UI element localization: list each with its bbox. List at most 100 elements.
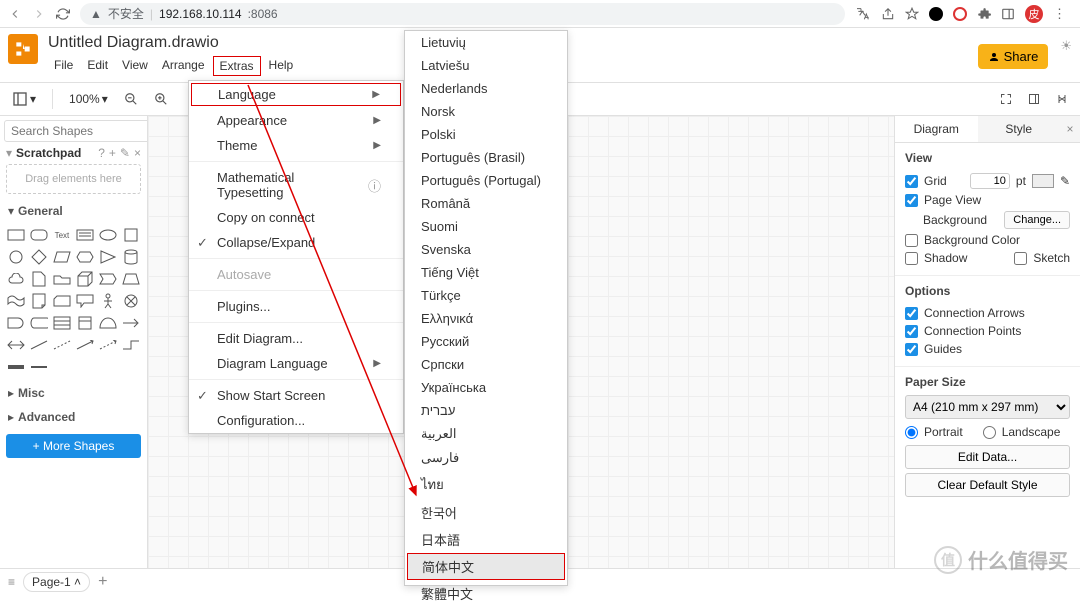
menu-show-start[interactable]: ✓Show Start Screen	[189, 383, 403, 408]
shape-list2[interactable]	[75, 314, 94, 332]
grid-checkbox[interactable]	[905, 175, 918, 188]
edit-data-button[interactable]: Edit Data...	[905, 445, 1070, 469]
scratchpad-close-icon[interactable]: ×	[134, 146, 141, 160]
shape-card[interactable]	[52, 292, 71, 310]
shadow-checkbox[interactable]	[905, 252, 918, 265]
shape-conn2[interactable]	[99, 336, 118, 354]
shape-line-dash[interactable]	[52, 336, 71, 354]
zoom-in-icon[interactable]	[150, 90, 172, 108]
lang-Ελληνικά[interactable]: Ελληνικά	[405, 307, 567, 330]
collapse-scratchpad[interactable]: ▾	[6, 146, 12, 160]
guides-checkbox[interactable]	[905, 343, 918, 356]
shape-textbox[interactable]	[75, 226, 94, 244]
format-icon[interactable]	[1024, 91, 1044, 107]
lang-繁體中文[interactable]: 繁體中文	[405, 580, 567, 607]
sidebar-toggle[interactable]: ▾	[8, 89, 40, 109]
lang-Türkçe[interactable]: Türkçe	[405, 284, 567, 307]
menu-edit-diagram[interactable]: Edit Diagram...	[189, 326, 403, 351]
shape-and[interactable]	[6, 314, 25, 332]
tab-diagram[interactable]: Diagram	[895, 116, 978, 142]
reload-icon[interactable]	[56, 7, 70, 21]
connarr-checkbox[interactable]	[905, 307, 918, 320]
shape-arrow-r[interactable]	[122, 314, 141, 332]
pageview-checkbox[interactable]	[905, 194, 918, 207]
tab-style[interactable]: Style	[978, 116, 1061, 142]
lang-فارسی[interactable]: فارسی	[405, 446, 567, 470]
pages-menu-icon[interactable]: ≡	[8, 575, 15, 589]
shape-thick2[interactable]	[29, 358, 48, 376]
add-page-icon[interactable]: +	[98, 573, 107, 591]
lang-Українська[interactable]: Українська	[405, 376, 567, 399]
scratchpad-add-icon[interactable]: +	[109, 146, 116, 160]
menu-appearance[interactable]: Appearance▶	[189, 108, 403, 133]
menu-diagram-lang[interactable]: Diagram Language▶	[189, 351, 403, 376]
theme-icon[interactable]: ☀	[1060, 38, 1072, 54]
kebab-icon[interactable]: ⋮	[1053, 6, 1066, 22]
search-input[interactable]	[4, 120, 148, 142]
shape-doc[interactable]	[29, 270, 48, 288]
ext-icon-1[interactable]	[929, 7, 943, 21]
menu-edit[interactable]: Edit	[81, 56, 114, 76]
shape-step[interactable]	[99, 270, 118, 288]
shape-text[interactable]: Text	[52, 226, 71, 244]
shape-conn3[interactable]	[122, 336, 141, 354]
collapse-general[interactable]: ▾	[8, 204, 14, 218]
shape-cloud[interactable]	[6, 270, 25, 288]
shape-cylinder[interactable]	[122, 248, 141, 266]
menu-copy-connect[interactable]: Copy on connect	[189, 205, 403, 230]
back-icon[interactable]	[8, 7, 22, 21]
lang-עברית[interactable]: עברית	[405, 399, 567, 422]
shape-folder[interactable]	[52, 270, 71, 288]
menu-theme[interactable]: Theme▶	[189, 133, 403, 158]
profile-avatar[interactable]: 皮	[1025, 5, 1043, 23]
grid-size[interactable]	[970, 173, 1010, 189]
ext-icon-2[interactable]	[953, 7, 967, 21]
address-bar[interactable]: ▲ 不安全 | 192.168.10.114:8086	[80, 3, 845, 25]
scratchpad-help-icon[interactable]: ?	[98, 146, 105, 160]
shape-line[interactable]	[29, 336, 48, 354]
zoom-out-icon[interactable]	[120, 90, 142, 108]
menu-file[interactable]: File	[48, 56, 79, 76]
menu-view[interactable]: View	[116, 56, 154, 76]
lang-Tiếng Việt[interactable]: Tiếng Việt	[405, 261, 567, 284]
shape-cube[interactable]	[75, 270, 94, 288]
menu-math[interactable]: Mathematical Typesetting ⓘ	[189, 165, 403, 205]
shape-tape[interactable]	[6, 292, 25, 310]
lang-Português (Portugal)[interactable]: Português (Portugal)	[405, 169, 567, 192]
more-shapes-button[interactable]: + More Shapes	[6, 434, 141, 458]
grid-edit-icon[interactable]: ✎	[1060, 174, 1070, 188]
menu-config[interactable]: Configuration...	[189, 408, 403, 433]
shape-rect[interactable]	[6, 226, 25, 244]
lang-Svenska[interactable]: Svenska	[405, 238, 567, 261]
menu-arrange[interactable]: Arrange	[156, 56, 211, 76]
menu-language[interactable]: Language▶	[191, 83, 401, 106]
page-tab[interactable]: Page-1 ˄	[23, 572, 90, 592]
shape-triangle[interactable]	[99, 248, 118, 266]
lang-한국어[interactable]: 한국어	[405, 499, 567, 526]
lang-Norsk[interactable]: Norsk	[405, 100, 567, 123]
shape-trap[interactable]	[122, 270, 141, 288]
landscape-radio[interactable]	[983, 426, 996, 439]
collapse-advanced[interactable]: ▸	[8, 410, 14, 424]
change-bg-button[interactable]: Change...	[1004, 211, 1070, 229]
shape-diamond[interactable]	[29, 248, 48, 266]
shape-list[interactable]	[52, 314, 71, 332]
lang-Nederlands[interactable]: Nederlands	[405, 77, 567, 100]
shape-conn1[interactable]	[75, 336, 94, 354]
lang-日本語[interactable]: 日本語	[405, 526, 567, 553]
forward-icon[interactable]	[32, 7, 46, 21]
shape-square[interactable]	[122, 226, 141, 244]
clear-style-button[interactable]: Clear Default Style	[905, 473, 1070, 497]
shape-or[interactable]	[122, 292, 141, 310]
menu-plugins[interactable]: Plugins...	[189, 294, 403, 319]
paper-select[interactable]: A4 (210 mm x 297 mm)	[905, 395, 1070, 419]
lang-العربية[interactable]: العربية	[405, 422, 567, 446]
shape-hex[interactable]	[75, 248, 94, 266]
lang-Română[interactable]: Română	[405, 192, 567, 215]
shape-round-rect[interactable]	[29, 226, 48, 244]
lang-Português (Brasil)[interactable]: Português (Brasil)	[405, 146, 567, 169]
lang-Русский[interactable]: Русский	[405, 330, 567, 353]
lang-Suomi[interactable]: Suomi	[405, 215, 567, 238]
share-button[interactable]: Share	[978, 44, 1049, 69]
connpts-checkbox[interactable]	[905, 325, 918, 338]
